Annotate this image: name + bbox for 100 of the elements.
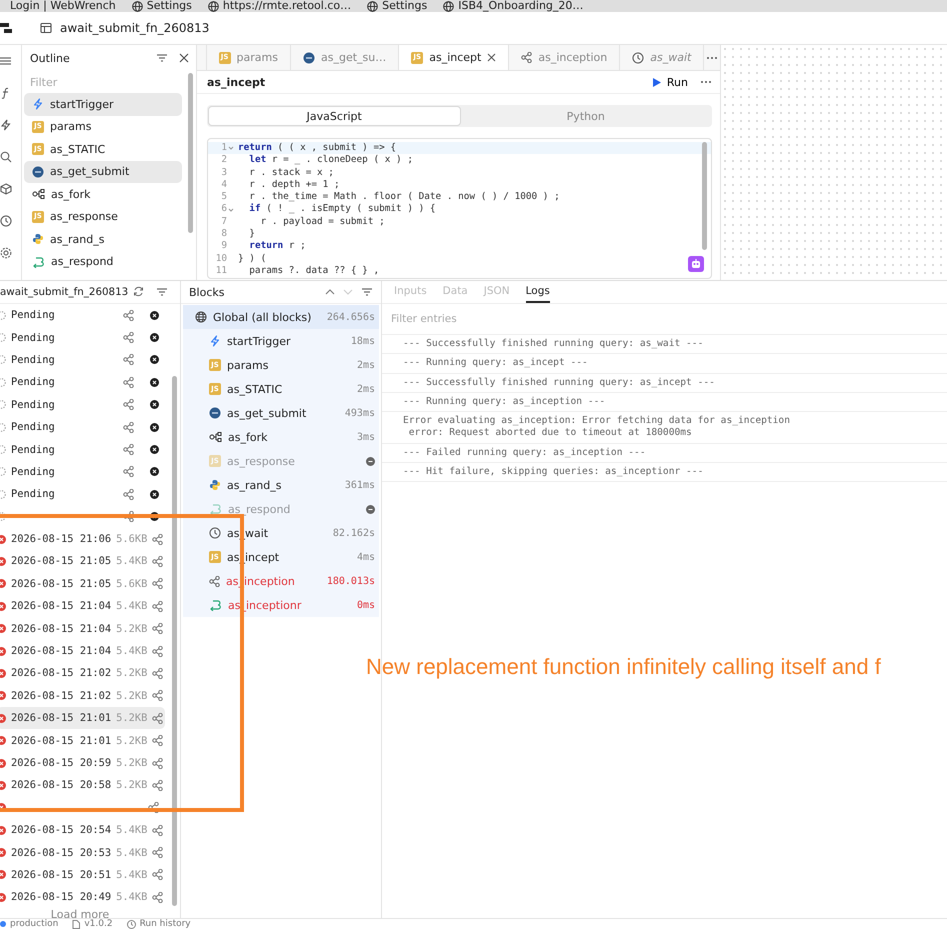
scrollbar[interactable] [188, 73, 193, 233]
disc-icon [209, 407, 221, 419]
cancel-button[interactable] [150, 445, 159, 454]
run-size: 5.6KB [116, 578, 148, 590]
outline-item[interactable]: as_fork [24, 183, 182, 206]
run-row[interactable]: 2026-08-15 20:49 5.4KB [0, 886, 165, 909]
run-row[interactable]: 2026-08-15 21:02 5.2KB [0, 662, 165, 685]
cancel-button[interactable] [150, 355, 159, 364]
run-button[interactable]: Run [652, 76, 688, 88]
cancel-button[interactable] [150, 467, 159, 476]
run-row[interactable]: 2026-08-15 20:53 5.4KB [0, 841, 165, 864]
refresh-icon[interactable] [133, 286, 144, 297]
run-row[interactable]: 2026-08-15 21:01 5.2KB [0, 707, 165, 730]
lightning-icon[interactable] [0, 119, 12, 131]
run-row[interactable]: Pending [0, 460, 165, 484]
run-row[interactable]: 2026-08-15 21:02 5.2KB [0, 684, 165, 708]
outline-item[interactable]: as_rand_s [24, 228, 182, 250]
run-row[interactable]: Pending [0, 304, 165, 326]
block-row[interactable]: as_get_submit 493ms [183, 401, 379, 425]
run-row[interactable]: 2026-08-15 21:04 5.4KB [0, 640, 165, 662]
outline-item[interactable]: startTrigger [24, 93, 182, 116]
block-row[interactable]: as_rand_s 361ms [183, 473, 379, 497]
browser-tab[interactable]: Settings [146, 0, 192, 12]
run-row[interactable]: Pending [0, 394, 165, 416]
share-icon [123, 354, 134, 366]
more-icon[interactable] [706, 56, 718, 60]
filter-field[interactable]: Filter entries [382, 304, 947, 335]
outline-item[interactable]: as_respond [24, 250, 182, 273]
language-tab[interactable]: JavaScript [208, 106, 460, 126]
cancel-button[interactable] [150, 333, 159, 342]
environment-label[interactable]: production [10, 919, 58, 929]
run-row[interactable]: 2026-08-15 20:51 5.4KB [0, 864, 165, 886]
robot-icon[interactable] [688, 256, 704, 272]
panel-tab[interactable]: Logs [526, 281, 550, 303]
settings-icon[interactable] [0, 247, 12, 259]
block-row[interactable]: as_fork 3ms [183, 425, 379, 449]
filter-field[interactable]: Filter [22, 71, 182, 93]
close-icon[interactable] [487, 53, 496, 62]
cube-icon[interactable] [0, 183, 12, 195]
line-number: 2 [221, 154, 227, 167]
run-row[interactable]: 2026-08-15 21:04 5.2KB [0, 617, 165, 640]
block-row[interactable]: Global (all blocks) 264.656s [183, 305, 379, 329]
code-editor[interactable] [207, 138, 712, 279]
version-label[interactable]: v1.0.2 [84, 919, 113, 929]
cancel-button[interactable] [150, 490, 159, 499]
menu-icon[interactable] [0, 55, 12, 67]
run-row[interactable]: 2026-08-15 21:04 5.4KB [0, 595, 165, 618]
run-size: 5.2KB [116, 757, 148, 769]
run-row[interactable]: 2026-08-15 21:01 5.2KB [0, 729, 165, 752]
run-row[interactable]: Pending [0, 483, 165, 506]
cancel-button[interactable] [150, 378, 159, 387]
browser-tab[interactable]: Login | WebWrench [10, 0, 116, 12]
browser-tab[interactable]: Settings [382, 0, 428, 12]
clock-icon[interactable] [0, 215, 12, 227]
chevron-up-icon[interactable] [325, 289, 335, 295]
line-number: 11 [216, 264, 227, 278]
run-row[interactable]: 2026-08-15 20:58 5.2KB [0, 774, 165, 797]
run-row[interactable]: Pending [0, 371, 165, 394]
run-status: Pending [11, 421, 56, 434]
scrollbar[interactable] [172, 376, 177, 906]
cancel-button[interactable] [150, 310, 159, 320]
log-entry: --- Successfully finished running query: as_incept --- [382, 374, 947, 393]
run-history-link[interactable]: Run history [140, 919, 191, 929]
filter-icon[interactable] [156, 286, 168, 298]
run-row[interactable]: Pending [0, 326, 165, 349]
block-row[interactable]: startTrigger 18ms [183, 329, 379, 353]
run-status: Pending [11, 354, 56, 366]
close-icon[interactable] [178, 52, 190, 64]
cancel-button[interactable] [150, 422, 159, 432]
run-row[interactable]: 2026-08-15 20:54 5.4KB [0, 818, 165, 842]
pending-icon [0, 378, 6, 387]
browser-tab[interactable]: ISB4_Onboarding_20… [458, 0, 584, 12]
app-title: await_submit_fn_260813 [60, 21, 210, 35]
run-row[interactable]: Pending [0, 348, 165, 372]
fold-icon[interactable] [228, 145, 234, 152]
run-status: Pending [11, 332, 56, 344]
run-row[interactable]: Pending [0, 438, 165, 461]
load-more-button[interactable]: Load more [0, 908, 160, 918]
run-status: Pending [11, 488, 56, 500]
filter-icon[interactable] [156, 52, 168, 64]
scrollbar[interactable] [702, 142, 707, 250]
filter-icon[interactable] [361, 286, 373, 298]
search-icon[interactable] [0, 151, 12, 163]
code-line: params ?. data ?? { } , [248, 264, 380, 278]
run-time: 2026-08-15 21:05 [11, 555, 112, 568]
more-icon[interactable] [700, 80, 712, 84]
disc-icon [302, 52, 315, 64]
browser-tab[interactable]: https://rmte.retool.co… [222, 0, 352, 12]
share-icon [152, 892, 164, 903]
run-row[interactable]: Pending [0, 416, 165, 438]
cancel-button[interactable] [150, 400, 159, 410]
outline-item[interactable]: as_get_submit [24, 160, 182, 183]
run-row[interactable]: 2026-08-15 21:05 5.4KB [0, 550, 165, 573]
run-row[interactable]: 2026-08-15 21:06 5.6KB [0, 528, 165, 550]
lightning-icon [32, 98, 44, 110]
run-row[interactable]: 2026-08-15 20:59 5.2KB [0, 752, 165, 774]
run-status: Pending [11, 376, 56, 388]
run-row[interactable]: 2026-08-15 21:05 5.6KB [0, 572, 165, 596]
pending-icon [0, 512, 6, 522]
fold-icon[interactable] [228, 206, 234, 213]
